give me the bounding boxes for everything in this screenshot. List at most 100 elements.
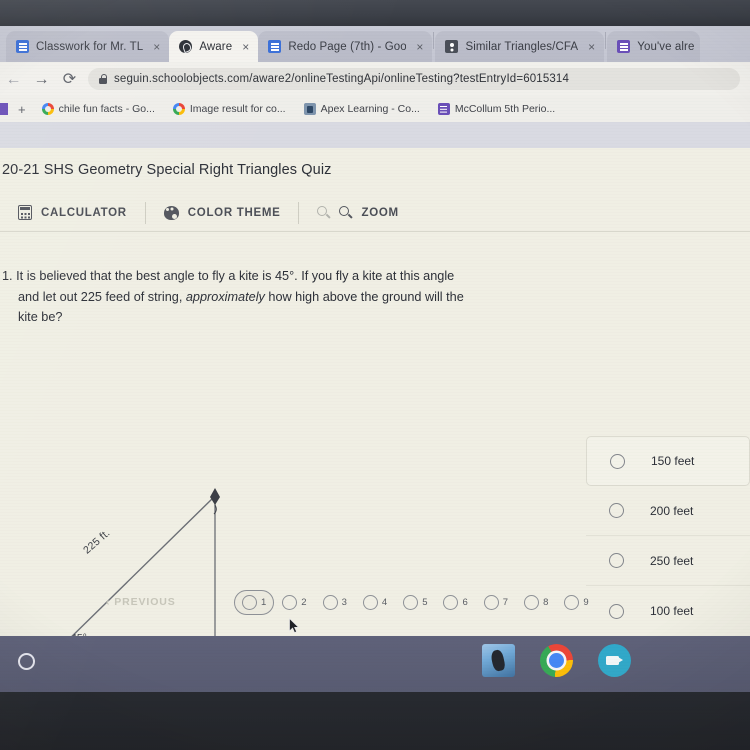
laptop-top-bezel <box>0 0 750 26</box>
back-arrow-icon: ← <box>5 70 22 88</box>
question-nav-1[interactable]: 1 <box>234 590 275 615</box>
question-status-circle <box>564 595 580 610</box>
address-bar-url: seguin.schoolobjects.com/aware2/onlineTe… <box>114 73 570 85</box>
tab-divider <box>605 32 607 49</box>
question-status-circle <box>483 595 499 610</box>
chrome-browser-window: Classwork for Mr. TL × Aware × Redo Page… <box>0 26 750 636</box>
quiz-page: 20-21 SHS Geometry Special Right Triangl… <box>0 148 750 636</box>
bookmark-chile-fun-facts[interactable]: chile fun facts - Go... <box>33 103 164 115</box>
below-screen-area <box>0 692 750 750</box>
bookmark-label: McCollum 5th Perio... <box>454 103 556 115</box>
google-icon <box>41 103 54 115</box>
video-app-icon[interactable] <box>598 644 631 677</box>
chrome-icon[interactable] <box>540 644 573 677</box>
browser-tab-redo-page[interactable]: Redo Page (7th) - Goo × <box>258 31 433 62</box>
question-nav-number: 3 <box>341 597 347 608</box>
question-nav-3[interactable]: 3 <box>315 590 355 615</box>
back-button[interactable]: ← <box>4 70 23 89</box>
question-number-list: 1 2 3 4 5 6 7 8 9 <box>234 590 597 615</box>
close-icon[interactable]: × <box>150 40 163 54</box>
answer-label: 150 feet <box>651 454 695 468</box>
question-nav-8[interactable]: 8 <box>516 590 556 615</box>
calculator-icon <box>18 205 32 220</box>
bookmark-mccollum[interactable]: McCollum 5th Perio... <box>429 103 564 115</box>
radio-button[interactable] <box>609 553 624 568</box>
question-emphasis: approximately <box>185 289 265 304</box>
tab-strip: Classwork for Mr. TL × Aware × Redo Page… <box>0 26 750 62</box>
calculator-label: CALCULATOR <box>41 206 127 219</box>
question-nav-9[interactable]: 9 <box>556 590 596 615</box>
tab-title: Redo Page (7th) - Goo <box>288 40 407 53</box>
radio-button[interactable] <box>609 503 624 518</box>
question-navigation-bar: ‹ PREVIOUS 1 2 3 4 5 6 7 8 9 <box>0 580 750 636</box>
question-line-1: It is believed that the best angle to fl… <box>16 269 455 283</box>
question-nav-number: 5 <box>422 597 428 608</box>
question-status-circle <box>524 595 540 610</box>
question-nav-number: 8 <box>543 597 549 608</box>
bookmark-label: Image result for co... <box>189 103 286 115</box>
browser-tab-youve-already[interactable]: You've alre <box>607 31 701 62</box>
tab-title: You've alre <box>637 40 695 53</box>
mouse-cursor <box>289 618 300 634</box>
question-nav-5[interactable]: 5 <box>395 590 435 615</box>
answer-option-3[interactable]: 250 feet <box>586 536 750 586</box>
radio-button[interactable] <box>610 453 625 469</box>
answer-option-1[interactable]: 150 feet <box>586 436 750 486</box>
doc-icon <box>16 40 29 53</box>
google-icon <box>172 103 185 115</box>
bookmark-label: chile fun facts - Go... <box>58 103 155 115</box>
close-icon[interactable]: × <box>585 40 598 54</box>
question-nav-number: 9 <box>583 597 589 608</box>
add-bookmark-button[interactable]: + <box>8 102 33 117</box>
address-bar[interactable]: seguin.schoolobjects.com/aware2/onlineTe… <box>88 68 740 90</box>
person-icon <box>445 40 459 53</box>
browser-tab-aware[interactable]: Aware × <box>169 31 259 62</box>
forward-button[interactable]: → <box>32 70 51 89</box>
bookmark-edge-icon <box>0 103 8 115</box>
question-nav-4[interactable]: 4 <box>355 590 395 615</box>
question-status-circle <box>443 595 459 610</box>
question-nav-6[interactable]: 6 <box>435 590 475 615</box>
bookmark-image-result[interactable]: Image result for co... <box>164 103 295 115</box>
zoom-in-icon[interactable] <box>339 206 352 219</box>
question-line-3: kite be? <box>18 310 63 325</box>
aware-globe-icon <box>179 40 193 53</box>
shelf-app-list <box>482 644 631 677</box>
question-nav-number: 1 <box>261 597 267 608</box>
page-title: 20-21 SHS Geometry Special Right Triangl… <box>2 162 332 178</box>
tab-divider <box>433 32 435 49</box>
kite-shape <box>210 488 220 505</box>
question-nav-7[interactable]: 7 <box>476 590 516 615</box>
chromeos-shelf <box>0 636 750 692</box>
question-status-circle <box>282 595 298 610</box>
zoom-controls: ZOOM <box>299 194 416 232</box>
question-status-circle <box>322 595 338 610</box>
launcher-circle-icon[interactable] <box>18 653 35 670</box>
photographed-screen: Classwork for Mr. TL × Aware × Redo Page… <box>0 0 750 750</box>
close-icon[interactable]: × <box>239 40 252 54</box>
question-nav-number: 4 <box>381 597 388 608</box>
question-line-2b: how high above the ground will the <box>264 289 464 304</box>
purple-doc-icon <box>437 103 450 115</box>
close-icon[interactable]: × <box>413 40 426 54</box>
question-status-circle <box>403 595 419 610</box>
browser-tab-classwork[interactable]: Classwork for Mr. TL × <box>6 31 170 62</box>
palette-icon <box>163 205 179 220</box>
app-thumbnail-icon[interactable] <box>482 644 515 677</box>
question-line-2a: and let out 225 feed of string, <box>18 289 186 304</box>
question-nav-2[interactable]: 2 <box>274 590 314 615</box>
color-theme-button[interactable]: COLOR THEME <box>146 194 299 232</box>
question-number: 1. <box>2 269 13 283</box>
calculator-button[interactable]: CALCULATOR <box>0 194 145 232</box>
zoom-out-icon[interactable] <box>317 206 330 219</box>
question-nav-number: 6 <box>462 597 468 608</box>
color-theme-label: COLOR THEME <box>187 206 281 219</box>
tab-title: Classwork for Mr. TL <box>36 40 144 53</box>
previous-button[interactable]: ‹ PREVIOUS <box>106 596 176 608</box>
question-nav-number: 2 <box>301 597 307 608</box>
browser-tab-similar-triangles[interactable]: Similar Triangles/CFA × <box>435 31 605 62</box>
reload-button[interactable]: ⟳ <box>60 70 79 89</box>
bookmark-apex-learning[interactable]: Apex Learning - Co... <box>295 103 429 115</box>
navigation-bar: ← → ⟳ seguin.schoolobjects.com/aware2/on… <box>0 62 750 96</box>
answer-option-2[interactable]: 200 feet <box>586 486 750 536</box>
